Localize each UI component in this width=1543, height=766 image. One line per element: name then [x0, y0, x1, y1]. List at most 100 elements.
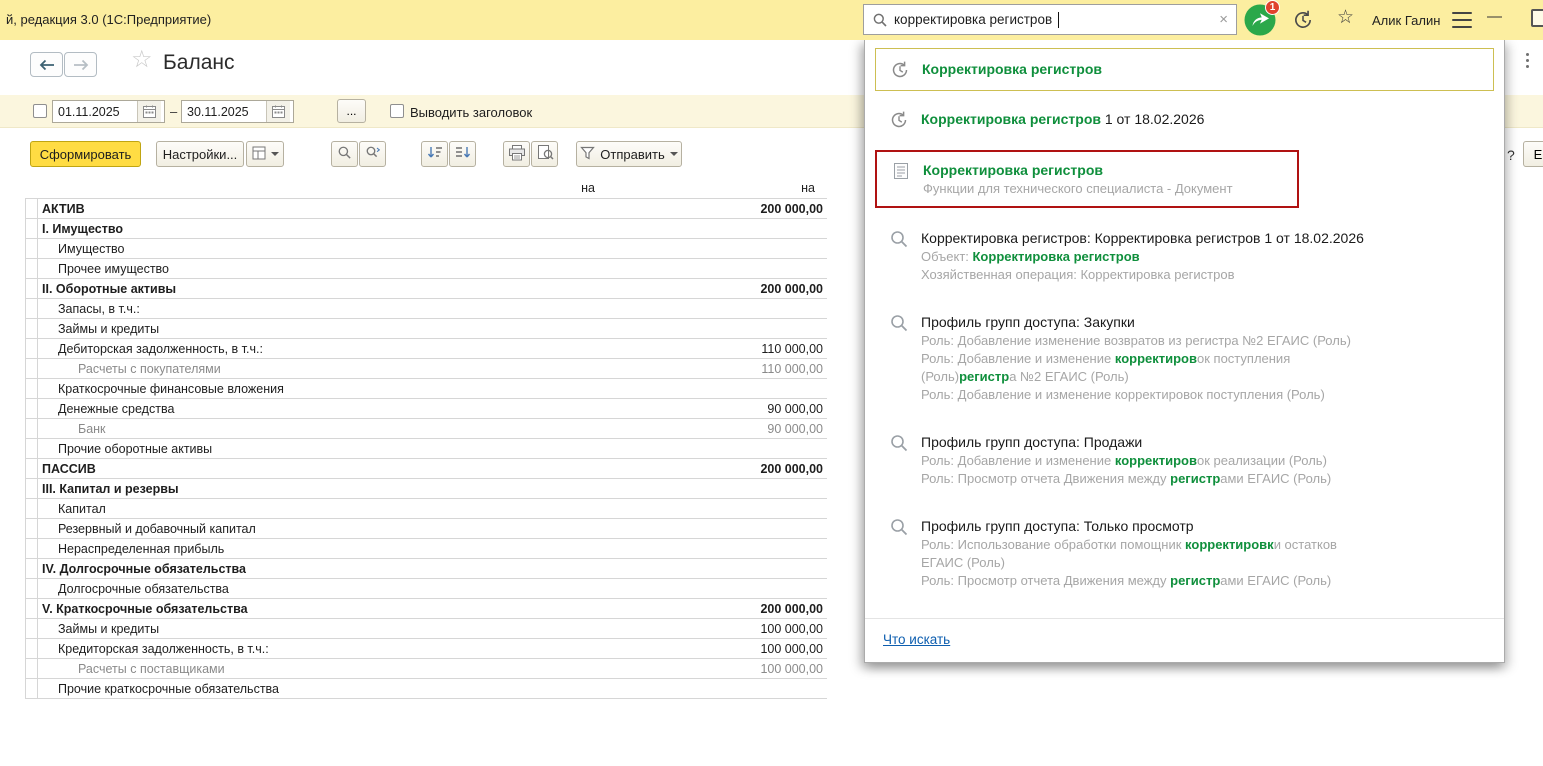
row-label: Кредиторская задолженность, в т.ч.: [38, 642, 374, 656]
user-name[interactable]: Алик Галин [1372, 13, 1440, 28]
column-header-2: на [599, 181, 827, 195]
row-gutter [26, 399, 38, 418]
table-row[interactable]: Запасы, в т.ч.: [26, 299, 827, 319]
clear-search-icon[interactable]: × [1219, 12, 1228, 27]
table-row[interactable]: Прочие краткосрочные обязательства [26, 679, 827, 699]
result-title: Профиль групп доступа: Только просмотр [921, 516, 1337, 536]
period-more-button[interactable]: ... [337, 99, 366, 123]
search-result-item[interactable]: Профиль групп доступа: ЗакупкиРоль: Доба… [875, 304, 1494, 412]
forward-button[interactable] [64, 52, 97, 77]
table-row[interactable]: III. Капитал и резервы [26, 479, 827, 499]
row-label: Расчеты с покупателями [38, 362, 374, 376]
row-label: I. Имущество [38, 222, 374, 236]
row-gutter [26, 199, 38, 218]
favorites-icon[interactable]: ☆ [1337, 8, 1354, 27]
row-gutter [26, 579, 38, 598]
search-input[interactable]: корректировка регистров [894, 12, 1052, 27]
table-row[interactable]: Резервный и добавочный капитал [26, 519, 827, 539]
table-row[interactable]: Дебиторская задолженность, в т.ч.:110 00… [26, 339, 827, 359]
help-button[interactable]: ? [1507, 147, 1515, 163]
table-row[interactable]: V. Краткосрочные обязательства200 000,00 [26, 599, 827, 619]
search-result-item[interactable]: Корректировка регистров: Корректировка р… [875, 220, 1494, 292]
row-gutter [26, 279, 38, 298]
print-preview-button[interactable] [531, 141, 558, 167]
search-result-item[interactable]: Профиль групп доступа: Только просмотрРо… [875, 508, 1494, 598]
table-row[interactable]: ПАССИВ200 000,00 [26, 459, 827, 479]
minimize-button[interactable]: — [1487, 8, 1502, 25]
row-gutter [26, 519, 38, 538]
search-icon [889, 229, 909, 249]
settings-button[interactable]: Настройки... [156, 141, 244, 167]
table-row[interactable]: Долгосрочные обязательства [26, 579, 827, 599]
row-value-col2: 110 000,00 [599, 362, 827, 376]
find-button[interactable] [331, 141, 358, 167]
show-header-checkbox[interactable] [390, 104, 404, 118]
calendar-icon[interactable] [266, 101, 290, 122]
period-from-input[interactable] [53, 101, 137, 122]
global-search-box[interactable]: корректировка регистров × [863, 4, 1237, 35]
row-label: Имущество [38, 242, 374, 256]
table-row[interactable]: Имущество [26, 239, 827, 259]
row-value-col2: 90 000,00 [599, 402, 827, 416]
table-row[interactable]: Займы и кредиты [26, 319, 827, 339]
search-result-item[interactable]: Корректировка регистров [875, 48, 1494, 91]
row-value-col2: 90 000,00 [599, 422, 827, 436]
row-label: Прочие краткосрочные обязательства [38, 682, 374, 696]
table-row[interactable]: II. Оборотные активы200 000,00 [26, 279, 827, 299]
restore-button[interactable] [1531, 9, 1543, 27]
sort-ascending-button[interactable] [421, 141, 448, 167]
calendar-icon[interactable] [137, 101, 161, 122]
table-row[interactable]: Капитал [26, 499, 827, 519]
favorite-star-icon[interactable]: ☆ [131, 48, 153, 72]
table-row[interactable]: Расчеты с покупателями 110 000,00 [26, 359, 827, 379]
find-next-button[interactable] [359, 141, 386, 167]
row-label: Капитал [38, 502, 374, 516]
row-gutter [26, 539, 38, 558]
period-to-input[interactable] [182, 101, 266, 122]
row-value-col2: 200 000,00 [599, 282, 827, 296]
sort-descending-button[interactable] [449, 141, 476, 167]
table-row[interactable]: Краткосрочные финансовые вложения [26, 379, 827, 399]
print-button[interactable] [503, 141, 530, 167]
table-row[interactable]: I. Имущество [26, 219, 827, 239]
row-gutter [26, 379, 38, 398]
history-icon[interactable] [1292, 9, 1314, 31]
row-label: V. Краткосрочные обязательства [38, 602, 374, 616]
table-row[interactable]: АКТИВ200 000,00 [26, 199, 827, 219]
period-from-field[interactable] [52, 100, 165, 123]
document-icon [891, 161, 911, 181]
period-checkbox[interactable] [33, 104, 47, 118]
row-value-col2: 200 000,00 [599, 202, 827, 216]
table-row[interactable]: Прочие оборотные активы [26, 439, 827, 459]
show-header-label: Выводить заголовок [410, 105, 532, 120]
table-row[interactable]: Нераспределенная прибыль [26, 539, 827, 559]
period-to-field[interactable] [181, 100, 294, 123]
table-row[interactable]: Займы и кредиты100 000,00 [26, 619, 827, 639]
table-row[interactable]: Банк90 000,00 [26, 419, 827, 439]
table-row[interactable]: IV. Долгосрочные обязательства [26, 559, 827, 579]
table-row[interactable]: Кредиторская задолженность, в т.ч.: 100 0… [26, 639, 827, 659]
table-row[interactable]: Прочее имущество [26, 259, 827, 279]
what-to-search-link[interactable]: Что искать [883, 632, 950, 647]
search-result-item[interactable]: Корректировка регистровФункции для техни… [875, 150, 1299, 208]
row-value-col2: 100 000,00 [599, 642, 827, 656]
search-result-item[interactable]: Профиль групп доступа: ПродажиРоль: Доба… [875, 424, 1494, 496]
row-gutter [26, 619, 38, 638]
search-result-item[interactable]: Корректировка регистров 1 от 18.02.2026 [875, 101, 1494, 138]
row-label: Запасы, в т.ч.: [38, 302, 374, 316]
more-menu-icon[interactable] [1526, 53, 1530, 68]
row-gutter [26, 599, 38, 618]
generate-button[interactable]: Сформировать [30, 141, 141, 167]
more-commands-button[interactable]: Е [1523, 141, 1543, 167]
table-row[interactable]: Расчеты с поставщиками100 000,00 [26, 659, 827, 679]
service-notifications-button[interactable]: 1 [1244, 4, 1276, 36]
back-button[interactable] [30, 52, 63, 77]
result-subtitle: ЕГАИС (Роль) [921, 554, 1337, 572]
text-caret [1058, 12, 1059, 28]
search-dropdown: Корректировка регистров Корректировка рег… [864, 39, 1505, 663]
send-button[interactable]: Отправить [576, 141, 682, 167]
table-row[interactable]: Денежные средства90 000,00 [26, 399, 827, 419]
main-menu-icon[interactable] [1452, 12, 1472, 28]
row-gutter [26, 219, 38, 238]
report-variant-button[interactable] [246, 141, 284, 167]
